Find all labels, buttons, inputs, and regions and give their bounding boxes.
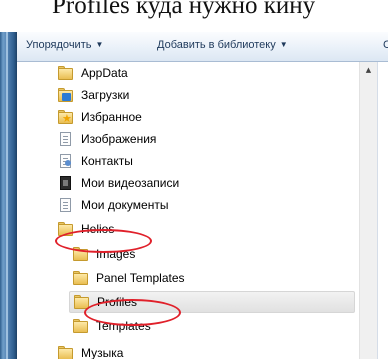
tree-item-contacts[interactable]: Контакты [58, 150, 133, 172]
tree-item-videos[interactable]: Мои видеозаписи [58, 172, 179, 194]
navigation-tree: AppData Загрузки Избранное Изображения К… [17, 62, 359, 359]
folder-icon [74, 295, 90, 309]
folder-icon [73, 319, 89, 333]
tree-item-label: Images [96, 247, 136, 261]
scroll-up-arrow-icon[interactable]: ▲ [360, 62, 377, 78]
tree-item-favorites[interactable]: Избранное [58, 106, 142, 128]
window-frame-highlight [6, 32, 8, 359]
tree-item-label: Контакты [81, 154, 133, 168]
tree-item-label: Загрузки [81, 88, 130, 102]
tree-item-helios[interactable]: Helios [58, 218, 114, 240]
tree-item-panel-templates[interactable]: Panel Templates [73, 267, 185, 289]
tree-item-music[interactable]: Музыка [58, 342, 123, 359]
chevron-down-icon: ▼ [95, 40, 104, 49]
tree-item-label: Helios [81, 222, 115, 236]
tree-item-appdata[interactable]: AppData [58, 62, 128, 84]
caption-text-strip: Profiles куда нужно кину [0, 0, 388, 32]
folder-icon [58, 66, 74, 80]
folder-icon [58, 346, 74, 359]
tree-item-profiles[interactable]: Profiles [69, 291, 355, 313]
vertical-scrollbar[interactable]: ▲ [359, 62, 377, 359]
overflow-label: С [383, 39, 388, 51]
add-to-library-button[interactable]: Добавить в библиотеку ▼ [157, 39, 288, 55]
tree-item-pictures[interactable]: Изображения [58, 128, 156, 150]
downloads-folder-icon [58, 88, 74, 102]
organize-label: Упорядочить [26, 39, 92, 51]
favorites-folder-icon [58, 110, 74, 125]
folder-icon [73, 247, 89, 261]
content-pane-edge [377, 62, 388, 359]
chevron-down-icon: ▼ [279, 40, 288, 49]
command-toolbar: Упорядочить ▼ Добавить в библиотеку ▼ С [17, 32, 388, 62]
videos-icon [58, 176, 74, 190]
tree-item-label: Мои документы [81, 198, 169, 212]
tree-item-label: AppData [81, 66, 128, 80]
window-frame-left [0, 32, 17, 359]
documents-icon [58, 132, 74, 146]
tree-item-label: Музыка [81, 346, 124, 359]
tree-item-my-documents[interactable]: Мои документы [58, 194, 168, 216]
folder-icon [73, 271, 89, 285]
organize-button[interactable]: Упорядочить ▼ [26, 39, 103, 55]
contacts-icon [58, 154, 74, 168]
tree-item-label: Мои видеозаписи [81, 176, 180, 190]
tree-item-label: Panel Templates [96, 271, 185, 285]
tree-item-label: Profiles [97, 295, 138, 309]
add-to-library-label: Добавить в библиотеку [157, 39, 276, 51]
tree-item-downloads[interactable]: Загрузки [58, 84, 129, 106]
tree-item-templates[interactable]: Templates [73, 315, 151, 337]
tree-item-label: Templates [96, 319, 151, 333]
overflow-button[interactable]: С [383, 39, 388, 55]
folder-icon [58, 222, 74, 236]
tree-item-label: Избранное [81, 110, 142, 124]
tree-item-label: Изображения [81, 132, 157, 146]
tree-item-images[interactable]: Images [73, 243, 135, 265]
documents-icon [58, 198, 74, 212]
caption-text: Profiles куда нужно кину [52, 0, 316, 19]
